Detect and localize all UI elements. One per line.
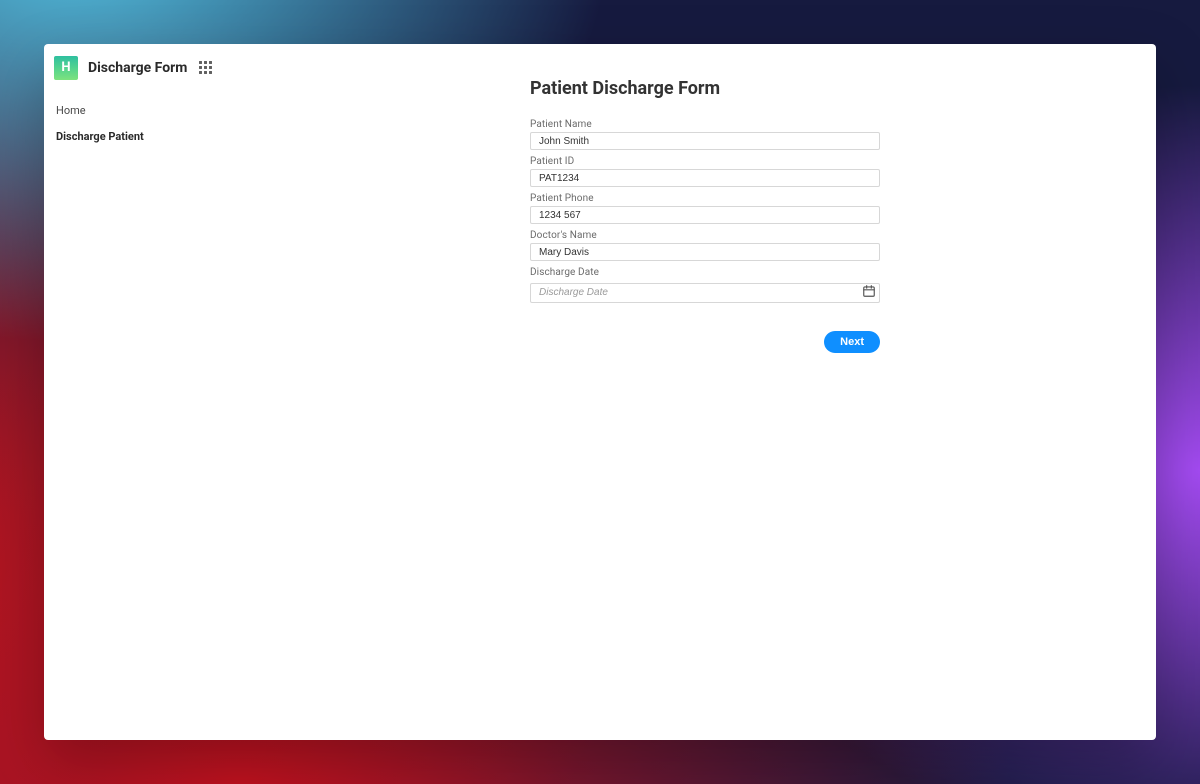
field-discharge-date: Discharge Date	[530, 267, 1156, 303]
main-content: Patient Discharge Form Patient Name Pati…	[272, 44, 1156, 740]
side-nav: Home Discharge Patient	[44, 94, 272, 150]
input-doctor-name[interactable]	[530, 243, 880, 261]
app-title: Discharge Form	[88, 60, 187, 76]
brand-logo-letter: H	[61, 56, 70, 80]
form-actions: Next	[530, 309, 880, 353]
input-patient-id[interactable]	[530, 169, 880, 187]
sidebar: H Discharge Form Home Discharge Patient	[44, 44, 272, 740]
field-patient-id: Patient ID	[530, 156, 1156, 187]
field-patient-name: Patient Name	[530, 119, 1156, 150]
field-doctor-name: Doctor's Name	[530, 230, 1156, 261]
input-patient-name[interactable]	[530, 132, 880, 150]
label-patient-phone: Patient Phone	[530, 193, 1156, 204]
label-doctor-name: Doctor's Name	[530, 230, 1156, 241]
app-window: H Discharge Form Home Discharge Patient …	[44, 44, 1156, 740]
page-title: Patient Discharge Form	[530, 78, 1156, 99]
brand-logo: H	[54, 56, 78, 80]
label-patient-id: Patient ID	[530, 156, 1156, 167]
form-container: Patient Discharge Form Patient Name Pati…	[530, 78, 1156, 353]
apps-grid-icon[interactable]	[199, 61, 213, 75]
next-button[interactable]: Next	[824, 331, 880, 353]
calendar-icon[interactable]	[862, 284, 876, 298]
input-patient-phone[interactable]	[530, 206, 880, 224]
sidebar-item-discharge-patient[interactable]: Discharge Patient	[44, 124, 272, 150]
field-patient-phone: Patient Phone	[530, 193, 1156, 224]
brand-row: H Discharge Form	[44, 56, 272, 94]
sidebar-item-home[interactable]: Home	[44, 98, 272, 124]
label-patient-name: Patient Name	[530, 119, 1156, 130]
input-discharge-date[interactable]	[530, 283, 880, 303]
label-discharge-date: Discharge Date	[530, 267, 1156, 278]
